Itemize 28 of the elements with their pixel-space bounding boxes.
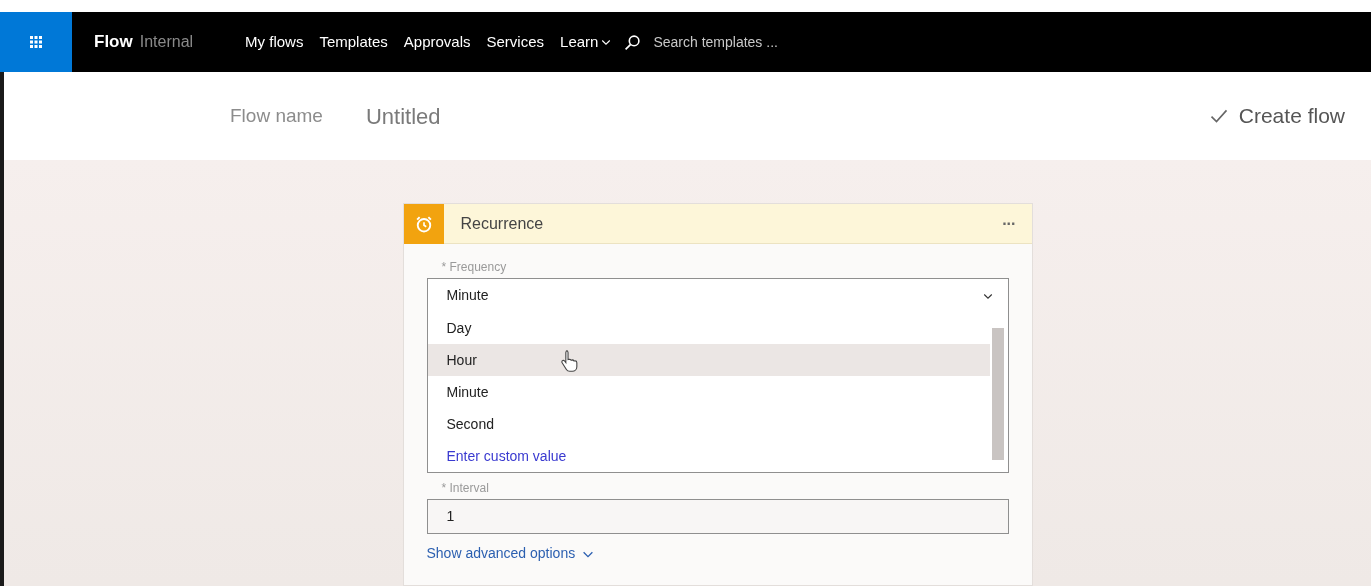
field-label: * Interval xyxy=(441,480,490,497)
flow-name-field[interactable]: Untitled xyxy=(365,99,441,133)
field-label: * Frequency xyxy=(441,259,508,276)
frequency-dropdown[interactable]: Minute Day Hour Minute Second Enter custom value xyxy=(426,278,1009,473)
nav-link[interactable]: Services xyxy=(486,30,545,54)
dropdown-option[interactable]: Minute xyxy=(427,376,990,408)
dropdown-option[interactable]: Day xyxy=(427,312,990,344)
custom-value-link[interactable]: Enter custom value xyxy=(427,440,990,472)
app-launcher-button[interactable] xyxy=(0,12,72,72)
nav-link[interactable]: Learn xyxy=(560,30,613,54)
nav-link[interactable]: My flows xyxy=(245,30,304,54)
scrollbar-thumb[interactable] xyxy=(991,328,1004,460)
brand-name[interactable]: Flow xyxy=(94,29,133,55)
nav-link[interactable]: Approvals xyxy=(403,30,471,54)
search-field[interactable]: Search templates ... xyxy=(624,31,825,53)
environment-label: Internal xyxy=(139,32,194,52)
dropdown-option[interactable]: Second xyxy=(427,408,990,440)
more-options-button[interactable]: ... xyxy=(1002,211,1016,236)
field-label: Flow name xyxy=(230,103,323,128)
nav-link[interactable]: Templates xyxy=(319,30,388,54)
search-icon xyxy=(624,33,642,51)
interval-field[interactable]: 1 xyxy=(426,499,1009,534)
card-title: Recurrence xyxy=(460,213,544,234)
create-flow-button[interactable]: Create flow xyxy=(1208,100,1345,132)
waffle-icon xyxy=(28,34,44,50)
dropdown-option[interactable]: Hour xyxy=(427,344,990,376)
selected-value: Minute xyxy=(446,286,489,305)
advanced-options-link[interactable]: Show advanced options xyxy=(426,543,596,564)
